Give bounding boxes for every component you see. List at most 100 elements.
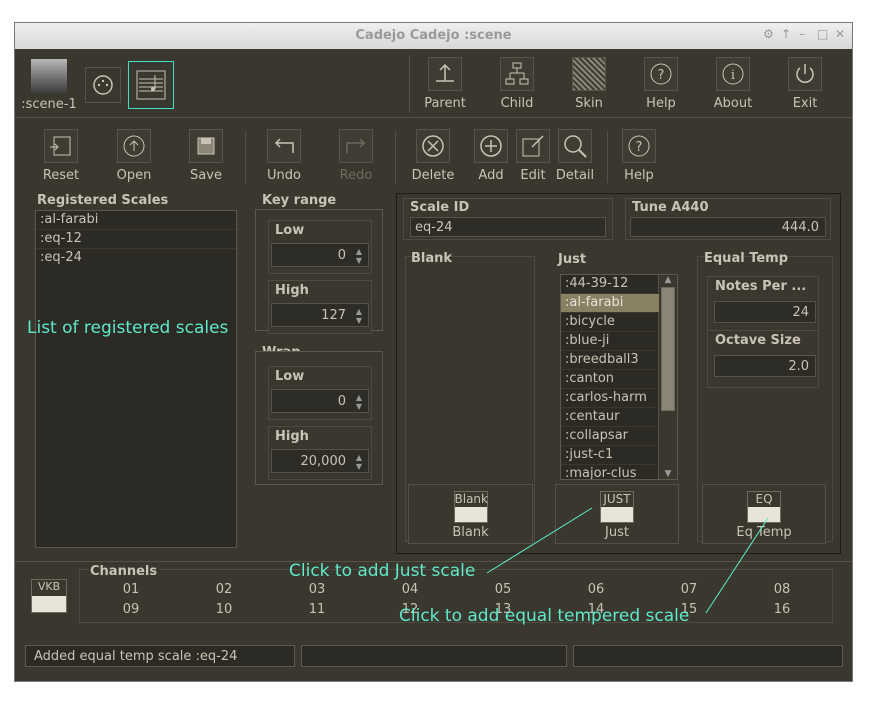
reset-button[interactable]: Reset <box>35 129 87 183</box>
edit-divider-1 <box>245 131 246 183</box>
parent-button[interactable]: Parent <box>419 57 471 111</box>
just-list-item[interactable]: :blue-ji <box>561 332 659 351</box>
wrap-panel: Low 0 ▲ ▼ High 20,000 ▲ ▼ <box>255 351 383 485</box>
channel-toggle[interactable]: 10 <box>209 602 239 617</box>
just-scrollbar[interactable]: ▲ ▼ <box>658 275 677 479</box>
channel-toggle[interactable]: 04 <box>395 582 425 597</box>
about-button[interactable]: i About <box>707 57 759 111</box>
spinner-arrows-icon[interactable]: ▲ ▼ <box>354 307 364 325</box>
channel-toggle[interactable]: 03 <box>302 582 332 597</box>
vkb-button[interactable]: VKB <box>31 579 67 613</box>
channel-toggle[interactable]: 11 <box>302 602 332 617</box>
edit-button[interactable]: Edit <box>513 129 553 183</box>
skin-pattern-icon <box>572 57 606 91</box>
channel-toggle[interactable]: 07 <box>674 582 704 597</box>
scroll-down-icon[interactable]: ▼ <box>659 469 677 479</box>
wrap-low-spinner[interactable]: 0 ▲ ▼ <box>271 389 369 413</box>
wrap-high-spinner[interactable]: 20,000 ▲ ▼ <box>271 449 369 473</box>
midi-view-button[interactable] <box>85 67 121 103</box>
child-button[interactable]: Child <box>491 57 543 111</box>
octave-value: 2.0 <box>788 359 809 374</box>
list-item[interactable]: :al-farabi <box>36 211 236 230</box>
just-list-item[interactable]: :centaur <box>561 408 659 427</box>
settings-icon[interactable]: ⚙ <box>763 27 774 41</box>
channel-toggle[interactable]: 01 <box>116 582 146 597</box>
wrap-low-group: Low 0 ▲ ▼ <box>268 366 372 420</box>
channel-toggle[interactable]: 16 <box>767 602 797 617</box>
just-list-item[interactable]: :major-clus <box>561 465 659 479</box>
parent-icon <box>428 57 462 91</box>
registered-scales-list[interactable]: :al-farabi :eq-12 :eq-24 <box>35 210 237 548</box>
maximize-icon[interactable]: □ <box>817 27 828 41</box>
spinner-arrows-icon[interactable]: ▲ ▼ <box>354 453 364 471</box>
svg-text:i: i <box>731 68 735 83</box>
just-list-item[interactable]: :carlos-harm <box>561 389 659 408</box>
just-list-item[interactable]: :bicycle <box>561 313 659 332</box>
undo-icon <box>267 129 301 163</box>
channel-toggle[interactable]: 05 <box>488 582 518 597</box>
skin-button[interactable]: Skin <box>563 57 615 111</box>
open-button[interactable]: Open <box>108 129 160 183</box>
just-list-item[interactable]: :al-farabi <box>561 294 659 313</box>
scale-editor-button[interactable] <box>128 61 174 109</box>
just-button[interactable]: JUST Just <box>555 484 679 544</box>
parent-label: Parent <box>424 96 466 111</box>
channel-toggle[interactable]: 06 <box>581 582 611 597</box>
eq-temp-button[interactable]: EQ Eq Temp <box>702 484 826 544</box>
key-high-value: 127 <box>321 308 346 323</box>
channel-toggle[interactable]: 08 <box>767 582 797 597</box>
just-list-item[interactable]: :just-c1 <box>561 446 659 465</box>
tune-input[interactable]: 444.0 <box>630 217 826 237</box>
key-low-spinner[interactable]: 0 ▲ ▼ <box>271 243 369 267</box>
keep-above-icon[interactable]: ↑ <box>781 27 791 41</box>
scale-editor-panel: Scale ID eq-24 Tune A440 444.0 Blank Bla… <box>396 193 841 554</box>
save-button[interactable]: Save <box>180 129 232 183</box>
tune-label: Tune A440 <box>632 200 709 215</box>
delete-button[interactable]: Delete <box>407 129 459 183</box>
just-scale-list[interactable]: ▲ ▼ :44-39-12:al-farabi:bicycle:blue-ji:… <box>560 274 678 480</box>
key-range-title: Key range <box>262 193 337 208</box>
scroll-up-icon[interactable]: ▲ <box>659 275 677 285</box>
close-icon[interactable]: ✕ <box>835 27 845 41</box>
list-item[interactable]: :eq-24 <box>36 249 236 267</box>
blank-button-label: Blank <box>452 525 489 540</box>
key-high-label: High <box>275 283 309 298</box>
list-item[interactable]: :eq-12 <box>36 230 236 249</box>
channel-toggle[interactable]: 02 <box>209 582 239 597</box>
scroll-thumb[interactable] <box>661 287 675 411</box>
spinner-arrows-icon[interactable]: ▲ ▼ <box>354 247 364 265</box>
undo-button[interactable]: Undo <box>258 129 310 183</box>
save-icon <box>189 129 223 163</box>
just-list-item[interactable]: :44-39-12 <box>561 275 659 294</box>
top-help-button[interactable]: ? Help <box>635 57 687 111</box>
minimize-icon[interactable]: – <box>799 27 805 41</box>
wrap-high-label: High <box>275 429 309 444</box>
detail-button[interactable]: Detail <box>553 129 597 183</box>
equal-temp-title: Equal Temp <box>704 251 789 266</box>
edit-icon <box>516 129 550 163</box>
blank-button[interactable]: Blank Blank <box>408 484 533 544</box>
channel-toggle[interactable]: 09 <box>116 602 146 617</box>
edit-help-button[interactable]: ? Help <box>613 129 665 183</box>
help-icon: ? <box>622 129 656 163</box>
skin-label: Skin <box>575 96 603 111</box>
reset-icon <box>44 129 78 163</box>
scale-id-input[interactable]: eq-24 <box>410 217 606 237</box>
just-list-item[interactable]: :breedball3 <box>561 351 659 370</box>
magnifier-icon <box>558 129 592 163</box>
wrap-low-value: 0 <box>337 394 346 409</box>
spinner-arrows-icon[interactable]: ▲ ▼ <box>354 393 364 411</box>
octave-input[interactable]: 2.0 <box>714 355 816 377</box>
notes-input[interactable]: 24 <box>714 301 816 323</box>
status-extra <box>573 645 843 667</box>
add-button[interactable]: Add <box>471 129 511 183</box>
exit-button[interactable]: Exit <box>779 57 831 111</box>
title-bar[interactable]: Cadejo Cadejo :scene ⚙ ↑ – □ ✕ <box>15 23 852 49</box>
vkb-label: VKB <box>37 580 61 593</box>
scene-tab[interactable]: :scene-1 <box>21 59 77 115</box>
just-list-item[interactable]: :canton <box>561 370 659 389</box>
status-message: Added equal temp scale :eq-24 <box>25 645 295 667</box>
just-icon-text: JUST <box>603 492 631 506</box>
just-list-item[interactable]: :collapsar <box>561 427 659 446</box>
key-high-spinner[interactable]: 127 ▲ ▼ <box>271 303 369 327</box>
